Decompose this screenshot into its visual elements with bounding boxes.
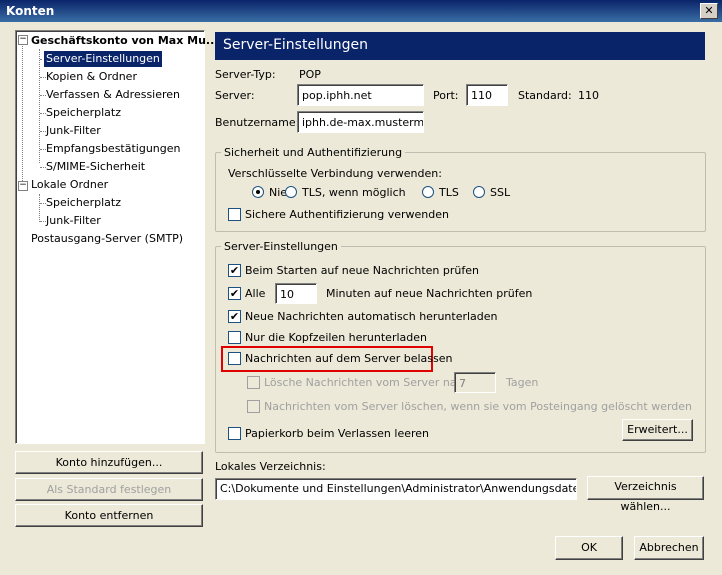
radio-tls[interactable] (422, 186, 434, 198)
radio-ssl-label[interactable]: SSL (490, 186, 510, 199)
days-label: Tagen (506, 376, 539, 389)
tree-item-smime[interactable]: S/MIME-Sicherheit (44, 159, 147, 175)
server-type-label: Server-Typ: (215, 68, 276, 81)
close-icon[interactable]: ✕ (700, 3, 718, 19)
username-label: Benutzername: (215, 116, 300, 129)
local-dir-input[interactable]: C:\Dokumente und Einstellungen\Administr… (215, 478, 577, 500)
port-label: Port: (433, 89, 459, 102)
title-bar: Konten ✕ (0, 0, 722, 22)
empty-trash-label[interactable]: Papierkorb beim Verlassen leeren (245, 427, 429, 440)
tree-item-server-settings[interactable]: Server-Einstellungen (43, 50, 163, 68)
server-input[interactable]: pop.iphh.net (297, 84, 424, 106)
tree-item-compose[interactable]: Verfassen & Adressieren (44, 87, 182, 103)
add-account-button[interactable]: Konto hinzufügen... (15, 451, 203, 474)
server-settings-group-title: Server-Einstellungen (221, 240, 341, 253)
delete-when-deleted-label[interactable]: Nachrichten vom Server löschen, wenn sie… (264, 400, 692, 413)
tree-item-disk-space[interactable]: Speicherplatz (44, 105, 123, 121)
radio-tls-label[interactable]: TLS (439, 186, 459, 199)
leave-on-server-label[interactable]: Nachrichten auf dem Server belassen (245, 352, 453, 365)
remove-account-button[interactable]: Konto entfernen (15, 504, 203, 527)
auto-download-checkbox[interactable]: ✔ (228, 310, 241, 323)
local-dir-label: Lokales Verzeichnis: (215, 460, 326, 473)
check-on-start-label[interactable]: Beim Starten auf neue Nachrichten prüfen (245, 264, 479, 277)
collapse-icon[interactable]: − (18, 181, 28, 191)
default-port-value: 110 (578, 89, 599, 102)
radio-ssl[interactable] (473, 186, 485, 198)
tree-item-business-account[interactable]: Geschäftskonto von Max Mu... (29, 33, 220, 49)
panel-title: Server-Einstellungen (223, 37, 368, 53)
minutes-input[interactable]: 10 (275, 283, 317, 304)
empty-trash-checkbox[interactable] (228, 427, 241, 440)
minutes-label: Minuten auf neue Nachrichten prüfen (326, 287, 533, 300)
panel-header: Server-Einstellungen (215, 32, 705, 60)
radio-tls-if-available-label[interactable]: TLS, wenn möglich (302, 186, 406, 199)
auto-download-label[interactable]: Neue Nachrichten automatisch herunterlad… (245, 310, 498, 323)
account-tree[interactable]: − Geschäftskonto von Max Mu... Server-Ei… (15, 30, 218, 444)
tree-item-return-receipts[interactable]: Empfangsbestätigungen (44, 141, 183, 157)
port-input[interactable]: 110 (466, 84, 508, 106)
default-port-label: Standard: (518, 89, 572, 102)
tree-item-junk-filter[interactable]: Junk-Filter (44, 123, 103, 139)
check-every-checkbox[interactable]: ✔ (228, 287, 241, 300)
tree-item-local-folders[interactable]: Lokale Ordner (29, 177, 110, 193)
server-type-value: POP (299, 68, 321, 81)
server-label: Server: (215, 89, 255, 102)
headers-only-label[interactable]: Nur die Kopfzeilen herunterladen (245, 331, 427, 344)
radio-tls-if-available[interactable] (285, 186, 297, 198)
radio-never[interactable] (252, 186, 264, 198)
tree-item-local-disk-space[interactable]: Speicherplatz (44, 195, 123, 211)
headers-only-checkbox[interactable] (228, 331, 241, 344)
tree-item-smtp[interactable]: Postausgang-Server (SMTP) (29, 231, 185, 247)
delete-after-checkbox[interactable] (247, 376, 260, 389)
username-input[interactable]: iphh.de-max.musterman (297, 111, 424, 133)
encrypted-connection-label: Verschlüsselte Verbindung verwenden: (228, 167, 442, 180)
collapse-icon[interactable]: − (18, 35, 28, 45)
check-every-label[interactable]: Alle (245, 287, 265, 300)
advanced-button[interactable]: Erweitert... (622, 419, 693, 441)
delete-when-deleted-checkbox[interactable] (247, 400, 260, 413)
days-input[interactable]: 7 (454, 372, 496, 393)
set-default-button[interactable]: Als Standard festlegen (15, 478, 203, 501)
leave-on-server-checkbox[interactable] (228, 352, 241, 365)
delete-after-label[interactable]: Lösche Nachrichten vom Server nach (264, 376, 470, 389)
cancel-button[interactable]: Abbrechen (634, 536, 704, 560)
tree-item-copies-folders[interactable]: Kopien & Ordner (44, 69, 139, 85)
secure-auth-label[interactable]: Sichere Authentifizierung verwenden (245, 208, 449, 221)
check-on-start-checkbox[interactable]: ✔ (228, 264, 241, 277)
tree-item-local-junk-filter[interactable]: Junk-Filter (44, 213, 103, 229)
secure-auth-checkbox[interactable] (228, 208, 241, 221)
ok-button[interactable]: OK (555, 536, 623, 560)
window-title: Konten (6, 4, 55, 18)
security-group-title: Sicherheit und Authentifizierung (221, 146, 406, 159)
choose-directory-button[interactable]: Verzeichnis wählen... (587, 476, 704, 513)
